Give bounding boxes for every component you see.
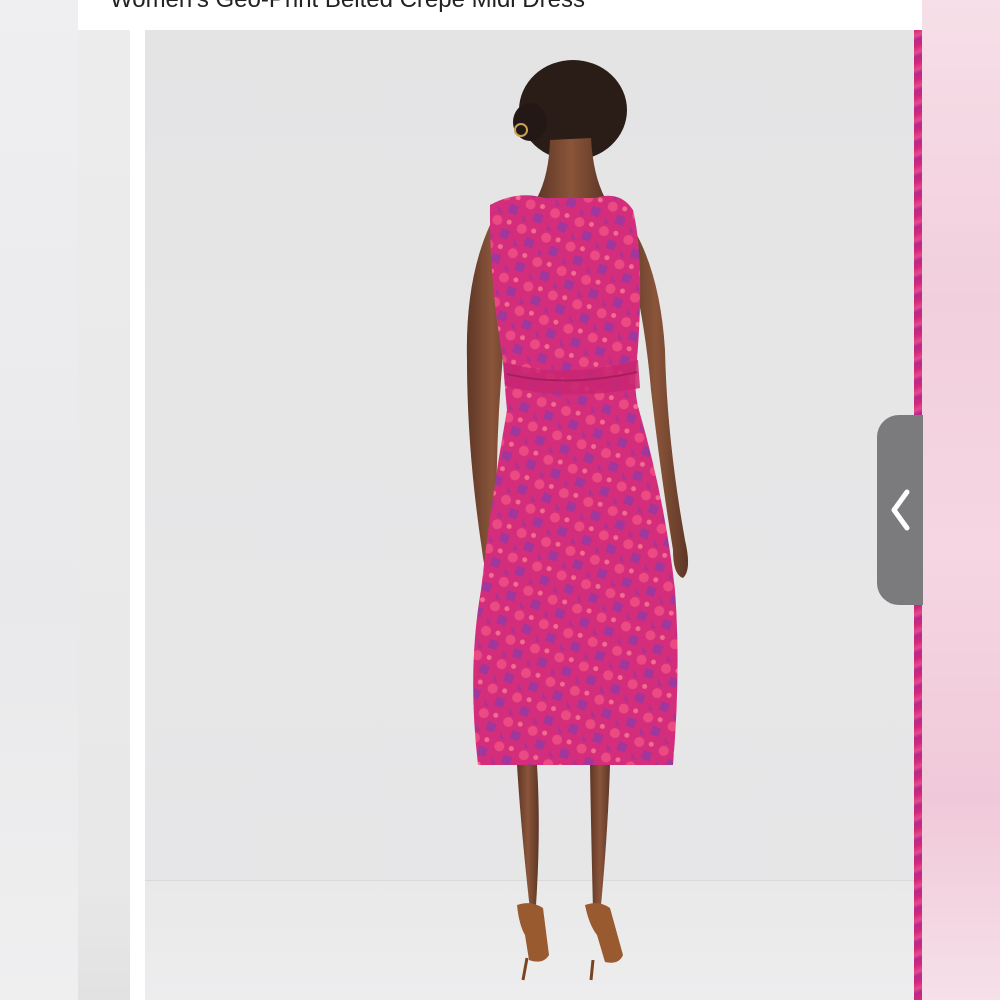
chevron-left-icon xyxy=(889,488,911,532)
product-title: Women's Geo-Print Belted Crepe Midi Dres… xyxy=(110,0,585,16)
previous-image-peek[interactable] xyxy=(78,30,130,1000)
model-illustration xyxy=(466,60,689,981)
product-image[interactable] xyxy=(145,30,915,1000)
product-page: Women's Geo-Print Belted Crepe Midi Dres… xyxy=(0,0,1000,1000)
blurred-background-left xyxy=(0,0,78,1000)
previous-image-button[interactable] xyxy=(877,415,923,605)
image-gallery[interactable] xyxy=(78,30,922,1000)
blurred-background-right xyxy=(922,0,1000,1000)
